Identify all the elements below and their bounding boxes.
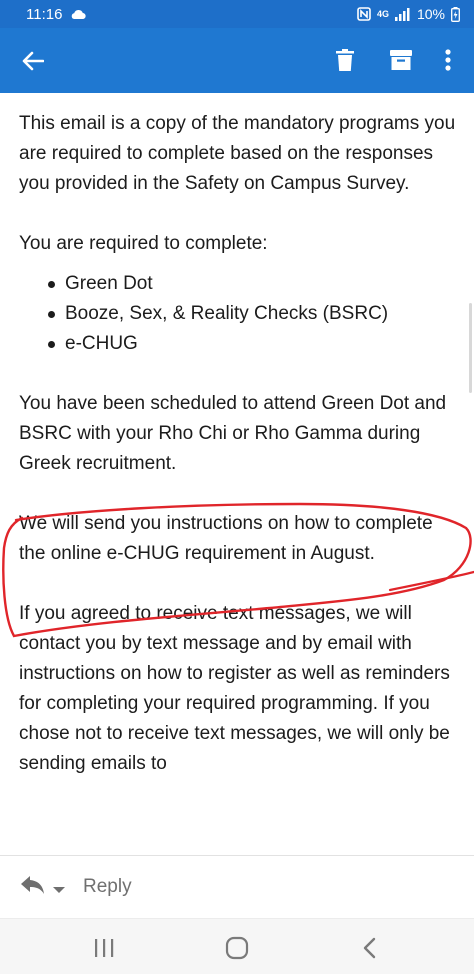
scrollbar[interactable] xyxy=(469,303,472,393)
home-icon[interactable] xyxy=(225,936,249,960)
reply-button[interactable]: Reply xyxy=(83,876,132,898)
cloud-icon xyxy=(70,9,87,20)
more-options-button[interactable] xyxy=(438,45,458,75)
list-item: e-CHUG xyxy=(45,329,459,359)
nfc-icon xyxy=(357,7,371,21)
email-body[interactable]: This email is a copy of the mandatory pr… xyxy=(0,93,474,855)
scheduled-paragraph: You have been scheduled to attend Green … xyxy=(19,393,447,474)
status-time: 11:16 xyxy=(26,5,63,23)
list-item: Green Dot xyxy=(45,269,459,299)
email-text: This email is a copy of the mandatory pr… xyxy=(19,109,459,809)
chevron-down-icon[interactable] xyxy=(52,882,66,893)
intro-paragraph: This email is a copy of the mandatory pr… xyxy=(19,113,456,194)
reply-bar: Reply xyxy=(0,855,474,918)
more-vert-icon xyxy=(445,49,451,71)
archive-button[interactable] xyxy=(387,45,415,75)
network-type: 4G xyxy=(376,9,389,19)
list-item: Booze, Sex, & Reality Checks (BSRC) xyxy=(45,299,459,329)
battery-level: 10% xyxy=(416,6,445,22)
trash-icon xyxy=(336,49,354,71)
back-icon[interactable] xyxy=(360,936,380,960)
recent-apps-icon[interactable] xyxy=(92,937,116,959)
text-messages-paragraph: If you agreed to receive text messages, … xyxy=(19,603,450,774)
status-bar: 11:16 4G 10% xyxy=(0,0,474,28)
system-nav-bar xyxy=(0,918,474,974)
back-button[interactable] xyxy=(18,46,48,76)
signal-icon xyxy=(394,7,411,21)
program-list: Green Dot Booze, Sex, & Reality Checks (… xyxy=(45,269,459,359)
required-heading: You are required to complete: xyxy=(19,233,268,254)
instructions-paragraph: We will send you instructions on how to … xyxy=(19,513,433,564)
battery-charging-icon xyxy=(451,6,460,22)
reply-icon[interactable] xyxy=(20,874,46,898)
archive-icon xyxy=(390,50,412,70)
arrow-left-icon xyxy=(22,51,44,71)
delete-button[interactable] xyxy=(332,45,358,75)
email-toolbar xyxy=(0,28,474,93)
